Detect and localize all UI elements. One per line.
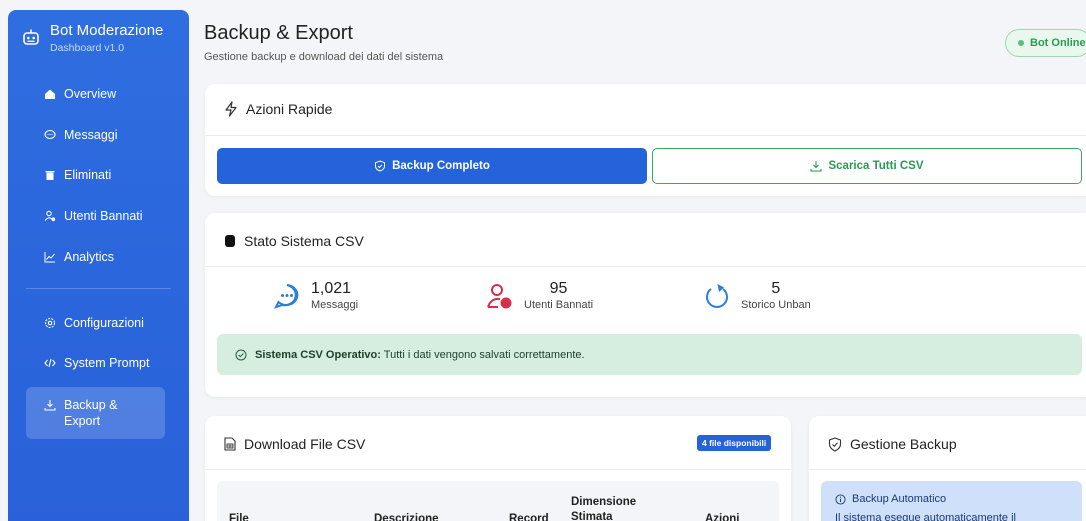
sidebar-item-label: System Prompt bbox=[64, 356, 150, 370]
chat-icon bbox=[274, 284, 299, 309]
download-icon bbox=[44, 399, 56, 411]
download-icon bbox=[810, 161, 823, 172]
status-dot-icon bbox=[1018, 40, 1024, 46]
stat-value: 95 bbox=[549, 280, 568, 297]
backup-management-card: Gestione Backup Backup Automatico Il sis… bbox=[809, 416, 1086, 521]
col-header-file: File bbox=[229, 513, 249, 521]
backup-management-title: Gestione Backup bbox=[850, 436, 957, 452]
csv-table-header: File Descrizione Record Dimensione Stima… bbox=[217, 481, 779, 521]
col-header-record: Record bbox=[509, 513, 549, 521]
alert-bold: Sistema CSV Operativo: bbox=[255, 348, 381, 361]
brand: Bot Moderazione Dashboard v1.0 bbox=[22, 22, 163, 55]
csv-status-title: Stato Sistema CSV bbox=[244, 233, 364, 249]
user-ban-icon bbox=[44, 210, 56, 222]
download-csv-header: Download File CSV bbox=[224, 436, 365, 452]
sidebar-item-eliminati[interactable]: Eliminati bbox=[26, 159, 165, 191]
quick-actions-header: Azioni Rapide bbox=[224, 101, 332, 117]
sidebar-item-system-prompt[interactable]: System Prompt bbox=[26, 347, 165, 379]
sidebar-item-utenti-bannati[interactable]: Utenti Bannati bbox=[26, 200, 165, 232]
page-subtitle: Gestione backup e download dei dati del … bbox=[204, 51, 444, 63]
stat-value: 1,021 bbox=[311, 280, 352, 297]
refresh-icon bbox=[706, 284, 728, 308]
backup-management-header: Gestione Backup bbox=[828, 436, 957, 452]
status-label: Bot Online bbox=[1030, 37, 1086, 49]
csv-operational-alert: Sistema CSV Operativo: Tutti i dati veng… bbox=[217, 334, 1082, 375]
download-csv-title: Download File CSV bbox=[244, 436, 366, 452]
sidebar: Bot Moderazione Dashboard v1.0 Overview … bbox=[8, 10, 189, 521]
status-badge: Bot Online bbox=[1005, 29, 1086, 57]
page-title: Backup & Export bbox=[204, 22, 353, 44]
code-icon bbox=[44, 357, 56, 369]
card-divider bbox=[809, 469, 1086, 470]
stat-value: 5 bbox=[771, 280, 781, 297]
chart-line-icon bbox=[44, 251, 56, 263]
sidebar-item-label: Eliminati bbox=[64, 168, 112, 182]
lightning-icon bbox=[225, 101, 237, 117]
sidebar-item-label: Overview bbox=[64, 87, 117, 101]
sidebar-item-label: Backup & Export bbox=[64, 398, 118, 428]
files-available-badge: 4 file disponibili bbox=[697, 435, 772, 451]
backup-completo-button[interactable]: Backup Completo bbox=[217, 148, 647, 184]
sidebar-item-label: Messaggi bbox=[64, 128, 118, 142]
stat-utenti-bannati: 95 Utenti Bannati bbox=[486, 280, 593, 312]
brand-title: Bot Moderazione bbox=[50, 22, 164, 39]
sidebar-item-backup-export[interactable]: Backup & Export bbox=[26, 387, 165, 439]
sidebar-item-label: Analytics bbox=[64, 250, 115, 264]
home-icon bbox=[44, 88, 56, 100]
shield-check-icon bbox=[828, 436, 842, 452]
database-icon bbox=[225, 235, 235, 247]
brand-subtitle: Dashboard v1.0 bbox=[50, 42, 125, 54]
csv-status-card: Stato Sistema CSV 1,021 Messaggi 95 Uten… bbox=[205, 213, 1086, 397]
scarica-csv-label: Scarica Tutti CSV bbox=[828, 160, 924, 172]
stat-label: Storico Unban bbox=[741, 299, 811, 311]
trash-icon bbox=[44, 169, 56, 181]
info-title: Backup Automatico bbox=[852, 493, 947, 505]
quick-actions-title: Azioni Rapide bbox=[246, 101, 333, 117]
sidebar-item-overview[interactable]: Overview bbox=[26, 78, 165, 110]
chat-bubble-icon bbox=[44, 129, 56, 141]
sidebar-item-configurazioni[interactable]: Configurazioni bbox=[26, 307, 165, 339]
scarica-csv-button[interactable]: Scarica Tutti CSV bbox=[652, 148, 1082, 184]
sidebar-divider bbox=[26, 288, 171, 289]
shield-check-icon bbox=[375, 160, 386, 172]
stat-label: Messaggi bbox=[311, 299, 359, 311]
col-header-dimensione: Dimensione Stimata bbox=[571, 496, 637, 521]
backup-completo-label: Backup Completo bbox=[392, 160, 490, 172]
stat-messaggi: 1,021 Messaggi bbox=[273, 280, 358, 312]
stat-storico-unban: 5 Storico Unban bbox=[703, 280, 811, 312]
user-ban-icon bbox=[487, 284, 512, 309]
alert-text: Tutti i dati vengono salvati correttamen… bbox=[380, 348, 585, 361]
sidebar-item-label: Configurazioni bbox=[64, 316, 144, 330]
auto-backup-info: Backup Automatico Il sistema esegue auto… bbox=[821, 481, 1082, 521]
card-divider bbox=[205, 469, 791, 470]
card-divider bbox=[205, 135, 1086, 136]
file-csv-icon bbox=[224, 437, 236, 451]
check-circle-icon bbox=[235, 349, 247, 360]
quick-actions-card: Azioni Rapide Backup Completo Scarica Tu… bbox=[205, 84, 1086, 196]
stat-label: Utenti Bannati bbox=[524, 299, 594, 311]
info-icon bbox=[835, 493, 846, 505]
sidebar-item-analytics[interactable]: Analytics bbox=[26, 241, 165, 273]
col-header-azioni: Azioni bbox=[705, 513, 740, 521]
col-header-descrizione: Descrizione bbox=[374, 513, 439, 521]
sidebar-item-label: Utenti Bannati bbox=[64, 209, 143, 223]
robot-icon bbox=[23, 29, 39, 45]
download-csv-card: Download File CSV 4 file disponibili Fil… bbox=[205, 416, 791, 521]
info-text: Il sistema esegue automaticamente il bbox=[835, 512, 1016, 521]
gear-icon bbox=[44, 317, 56, 329]
sidebar-item-messaggi[interactable]: Messaggi bbox=[26, 119, 165, 151]
csv-status-header: Stato Sistema CSV bbox=[224, 233, 364, 249]
card-divider bbox=[205, 266, 1086, 267]
